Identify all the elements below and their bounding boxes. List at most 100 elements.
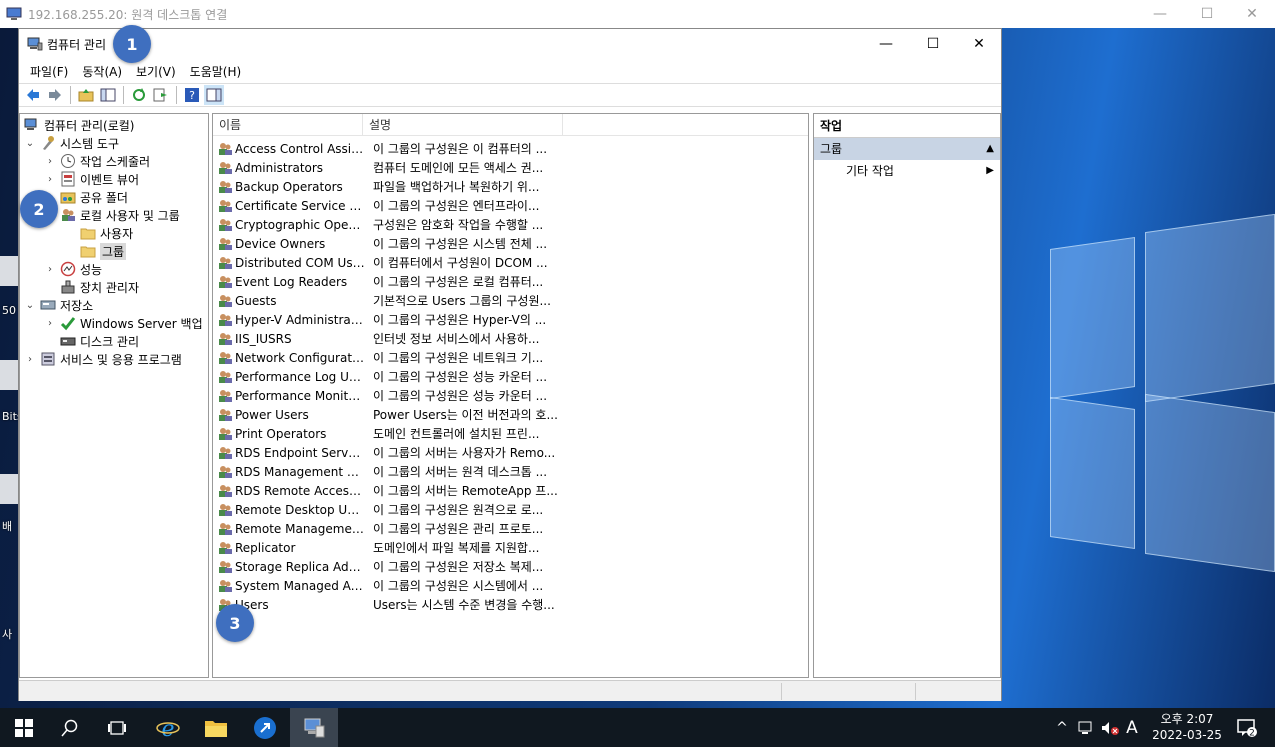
taskbar-clock[interactable]: 오후 2:07 2022-03-25 xyxy=(1147,711,1227,743)
search-button[interactable] xyxy=(46,708,94,747)
list-item[interactable]: Access Control Assist... 이 그룹의 구성원은 이 컴퓨터… xyxy=(213,139,808,158)
list-item[interactable]: RDS Endpoint Servers 이 그룹의 서버는 사용자가 Remo.… xyxy=(213,443,808,462)
folder-icon xyxy=(205,720,227,737)
minimize-button[interactable]: — xyxy=(863,29,909,59)
taskbar-internet-explorer[interactable]: e xyxy=(144,708,192,747)
list-item[interactable]: Users Users는 시스템 수준 변경을 수행... xyxy=(213,595,808,614)
list-item[interactable]: Administrators 컴퓨터 도메인에 모든 액세스 권... xyxy=(213,158,808,177)
menu-action[interactable]: 동작(A) xyxy=(75,61,129,82)
tree-item-event-viewer[interactable]: › 이벤트 뷰어 xyxy=(44,170,139,188)
device-manager-icon xyxy=(60,279,76,295)
tree-item-device-manager[interactable]: 장치 관리자 xyxy=(60,278,139,296)
tree-item-system-tools[interactable]: ⌄ 시스템 도구 xyxy=(24,134,119,152)
rdp-close-button[interactable]: ✕ xyxy=(1229,0,1275,28)
tree-item-disk-management[interactable]: 디스크 관리 xyxy=(60,332,139,350)
expand-chevron-icon[interactable]: › xyxy=(44,318,56,329)
list-item[interactable]: Print Operators 도메인 컨트롤러에 설치된 프린... xyxy=(213,424,808,443)
maximize-button[interactable]: ☐ xyxy=(910,29,956,59)
show-hide-console-tree-button[interactable] xyxy=(98,85,118,105)
list-item[interactable]: Distributed COM Users 이 컴퓨터에서 구성원이 DCOM .… xyxy=(213,253,808,272)
list-item[interactable]: IIS_IUSRS 인터넷 정보 서비스에서 사용하... xyxy=(213,329,808,348)
action-center-button[interactable]: 2 xyxy=(1232,708,1262,747)
group-name: Cryptographic Operat... xyxy=(235,217,365,232)
list-item[interactable]: Power Users Power Users는 이전 버전과의 호... xyxy=(213,405,808,424)
help-button[interactable]: ? xyxy=(182,85,202,105)
taskbar-file-explorer[interactable] xyxy=(192,708,240,747)
start-button[interactable] xyxy=(0,708,48,747)
list-item[interactable]: Replicator 도메인에서 파일 복제를 지원합... xyxy=(213,538,808,557)
remote-desktop-icon xyxy=(6,6,22,22)
step-badge-3: 3 xyxy=(216,604,254,642)
list-item[interactable]: RDS Remote Access ... 이 그룹의 서버는 RemoteApp… xyxy=(213,481,808,500)
group-name: RDS Remote Access ... xyxy=(235,483,365,498)
tree-item-storage[interactable]: ⌄ 저장소 xyxy=(24,296,93,314)
collapse-chevron-icon[interactable]: ⌄ xyxy=(24,300,36,311)
menu-file[interactable]: 파일(F) xyxy=(23,61,75,82)
rdp-maximize-button[interactable]: ☐ xyxy=(1184,0,1230,28)
show-hidden-icons-button[interactable]: ^ xyxy=(1053,708,1071,747)
tree-item-shared-folders[interactable]: 공유 폴더 xyxy=(60,188,128,206)
list-item[interactable]: Event Log Readers 이 그룹의 구성원은 로컬 컴퓨터... xyxy=(213,272,808,291)
taskbar-computer-management[interactable] xyxy=(290,708,338,747)
tree-item-windows-server-backup[interactable]: › Windows Server 백업 xyxy=(44,314,203,332)
group-name: IIS_IUSRS xyxy=(235,331,292,346)
list-item[interactable]: Hyper-V Administrat... 이 그룹의 구성원은 Hyper-V… xyxy=(213,310,808,329)
desktop-icon[interactable] xyxy=(0,474,18,504)
action-section-groups[interactable]: 그룹 ▲ xyxy=(814,138,1000,160)
tree-item-performance[interactable]: › 성능 xyxy=(44,260,102,278)
ime-indicator[interactable]: A xyxy=(1122,708,1142,747)
tree-item-root[interactable]: 컴퓨터 관리(로컬) xyxy=(24,116,134,134)
more-actions-item[interactable]: 기타 작업 ▶ xyxy=(814,160,1000,182)
group-description: 이 그룹의 구성원은 이 컴퓨터의 ... xyxy=(373,142,548,156)
list-item[interactable]: Network Configuratio... 이 그룹의 구성원은 네트워크 기… xyxy=(213,348,808,367)
collapse-arrow-icon[interactable]: ▲ xyxy=(986,138,994,160)
tree-item-users[interactable]: 사용자 xyxy=(80,224,133,242)
window-title: 컴퓨터 관리 xyxy=(47,37,107,52)
taskbar-pinned-app[interactable] xyxy=(241,708,289,747)
rdp-minimize-button[interactable]: — xyxy=(1137,0,1183,28)
list-item[interactable]: Device Owners 이 그룹의 구성원은 시스템 전체 ... xyxy=(213,234,808,253)
expand-chevron-icon[interactable]: › xyxy=(44,174,56,185)
list-item[interactable]: Guests 기본적으로 Users 그룹의 구성원... xyxy=(213,291,808,310)
tree-item-services-apps[interactable]: › 서비스 및 응용 프로그램 xyxy=(24,350,182,368)
list-item[interactable]: Performance Monitor... 이 그룹의 구성원은 성능 카운터 … xyxy=(213,386,808,405)
tree-item-local-users-groups[interactable]: 로컬 사용자 및 그룹 xyxy=(60,206,180,224)
up-one-level-button[interactable] xyxy=(76,85,96,105)
column-header-description[interactable]: 설명 xyxy=(363,114,563,136)
list-item[interactable]: Remote Desktop Users 이 그룹의 구성원은 원격으로 로... xyxy=(213,500,808,519)
collapse-chevron-icon[interactable]: ⌄ xyxy=(24,138,36,149)
list-item[interactable]: Cryptographic Operat... 구성원은 암호화 작업을 수행할 … xyxy=(213,215,808,234)
list-item[interactable]: Performance Log Users 이 그룹의 구성원은 성능 카운터 .… xyxy=(213,367,808,386)
back-button[interactable] xyxy=(23,85,43,105)
forward-button[interactable] xyxy=(45,85,65,105)
desktop-icon[interactable] xyxy=(0,256,18,286)
expand-chevron-icon[interactable]: › xyxy=(44,264,56,275)
close-button[interactable]: ✕ xyxy=(956,29,1002,59)
tree-item-groups[interactable]: 그룹 xyxy=(80,242,127,260)
list-item[interactable]: RDS Management Se... 이 그룹의 서버는 원격 데스크톱 ..… xyxy=(213,462,808,481)
list-item[interactable]: Storage Replica Admi... 이 그룹의 구성원은 저장소 복제… xyxy=(213,557,808,576)
group-icon xyxy=(217,160,233,176)
desktop-icon[interactable] xyxy=(0,360,18,390)
list-item[interactable]: Remote Management... 이 그룹의 구성원은 관리 프로토... xyxy=(213,519,808,538)
list-item[interactable]: System Managed Acc... 이 그룹의 구성원은 시스템에서 ..… xyxy=(213,576,808,595)
refresh-button[interactable] xyxy=(129,85,149,105)
export-list-button[interactable] xyxy=(151,85,171,105)
tree-item-label: 로컬 사용자 및 그룹 xyxy=(80,208,180,223)
tree-item-label: 디스크 관리 xyxy=(80,334,140,349)
column-header-name[interactable]: 이름 xyxy=(213,114,363,136)
network-icon[interactable] xyxy=(1075,708,1097,747)
list-item[interactable]: Certificate Service DC... 이 그룹의 구성원은 엔터프라… xyxy=(213,196,808,215)
menu-help[interactable]: 도움말(H) xyxy=(183,61,249,82)
task-view-button[interactable] xyxy=(93,708,141,747)
menu-view[interactable]: 보기(V) xyxy=(129,61,183,82)
expand-chevron-icon[interactable]: › xyxy=(44,156,56,167)
expand-chevron-icon[interactable]: › xyxy=(24,354,36,365)
show-hide-action-pane-button[interactable] xyxy=(204,85,224,105)
groups-list: 이름 설명 Access Control Assist... 이 그룹의 구성원은… xyxy=(212,113,809,678)
list-item[interactable]: Backup Operators 파일을 백업하거나 복원하기 위... xyxy=(213,177,808,196)
group-description: 이 그룹의 구성원은 시스템에서 ... xyxy=(373,579,544,593)
group-description: 이 그룹의 구성원은 네트워크 기... xyxy=(373,351,544,365)
tree-item-task-scheduler[interactable]: › 작업 스케줄러 xyxy=(44,152,150,170)
volume-muted-icon[interactable] xyxy=(1099,708,1121,747)
